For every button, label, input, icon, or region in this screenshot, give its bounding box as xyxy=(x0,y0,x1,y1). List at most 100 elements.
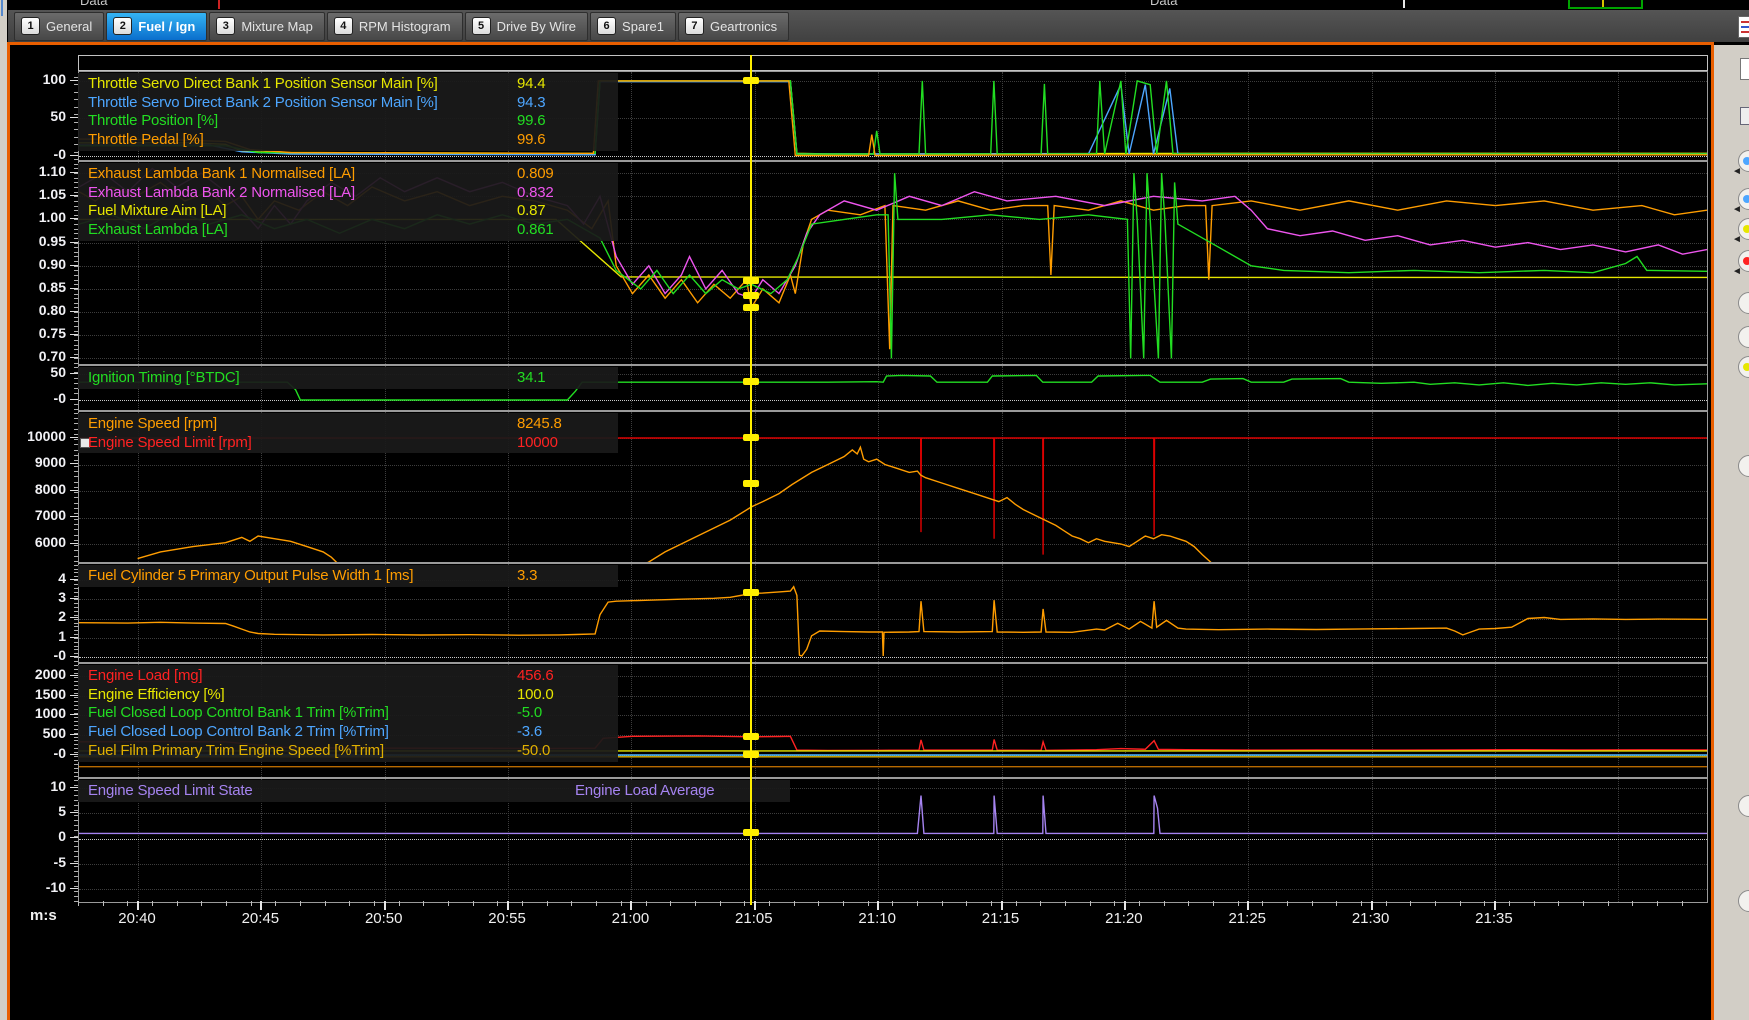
channel-name[interactable]: Throttle Servo Direct Bank 1 Position Se… xyxy=(88,75,438,92)
y-axis-tick-minor xyxy=(74,503,78,504)
x-axis-tick-minor xyxy=(571,901,572,906)
x-axis-tick-major xyxy=(137,901,139,910)
x-axis-tick-major xyxy=(877,901,879,910)
tab-fuel-ign[interactable]: 2Fuel / Ign xyxy=(106,12,207,41)
channel-name[interactable]: Engine Efficiency [%] xyxy=(88,686,224,703)
x-axis-tick-major xyxy=(507,901,509,910)
channel-value: 8245.8 xyxy=(517,415,562,432)
y-axis-tick-minor xyxy=(74,626,78,627)
x-axis-tick-minor xyxy=(1361,901,1362,906)
left-arrow-icon: ◄ xyxy=(1732,266,1742,277)
y-axis-label: -10 xyxy=(10,879,66,895)
left-arrow-icon: ◄ xyxy=(1732,234,1742,245)
button-icon[interactable] xyxy=(1740,107,1749,125)
x-axis-tick-minor xyxy=(1213,901,1214,906)
channel-name[interactable]: Engine Speed [rpm] xyxy=(88,415,217,432)
locate-channel-icon[interactable] xyxy=(1738,356,1749,378)
channel-name[interactable]: Fuel Cylinder 5 Primary Output Pulse Wid… xyxy=(88,567,413,584)
tab-rpm-histogram[interactable]: 4RPM Histogram xyxy=(327,12,463,41)
channel-name[interactable]: Ignition Timing [°BTDC] xyxy=(88,369,239,386)
tab-geartronics[interactable]: 7Geartronics xyxy=(678,12,789,41)
minimap-cursor[interactable] xyxy=(1602,0,1604,7)
channel-name[interactable]: Engine Load [mg] xyxy=(88,667,202,684)
trace-fuel-pulse-0 xyxy=(79,587,1707,656)
channel-name[interactable]: Throttle Position [%] xyxy=(88,112,218,129)
x-axis-tick-minor xyxy=(1558,901,1559,906)
cursor-value-marker xyxy=(743,277,759,284)
y-axis-tick-major xyxy=(70,543,78,544)
y-axis-tick-minor xyxy=(74,280,78,281)
y-axis-tick-minor xyxy=(74,513,78,514)
y-axis-tick-major xyxy=(70,117,78,118)
channel-value: 94.4 xyxy=(517,75,545,92)
channel-name[interactable]: Throttle Servo Direct Bank 2 Position Se… xyxy=(88,94,438,111)
y-axis-tick-minor xyxy=(74,896,78,897)
channel-name[interactable]: Exhaust Lambda Bank 2 Normalised [LA] xyxy=(88,184,355,201)
cursor-value-marker xyxy=(743,292,759,299)
y-axis-tick-minor xyxy=(74,634,78,635)
cursor-value-marker xyxy=(743,434,759,441)
channel-name[interactable]: Engine Speed Limit [rpm] xyxy=(88,434,252,451)
channel-value: 99.6 xyxy=(517,112,545,129)
channel-color-dot xyxy=(1743,195,1749,203)
locate-channel-icon[interactable] xyxy=(1738,326,1749,348)
y-axis-label: 5 xyxy=(10,803,66,819)
y-axis-tick-minor xyxy=(74,294,78,295)
tab-general[interactable]: 1General xyxy=(14,12,104,41)
x-axis-tick-major xyxy=(754,901,756,910)
y-axis-tick-minor xyxy=(74,497,78,498)
tab-label: Drive By Wire xyxy=(497,19,576,34)
locate-channel-icon[interactable] xyxy=(1738,292,1749,314)
locate-channel-icon[interactable] xyxy=(1738,795,1749,817)
y-axis-tick-minor xyxy=(74,331,78,332)
overview-minimap[interactable] xyxy=(1568,0,1643,9)
y-axis-tick-minor xyxy=(74,596,78,597)
y-axis-tick-minor xyxy=(74,152,78,153)
x-axis-tick-minor xyxy=(670,901,671,906)
channel-name[interactable]: Fuel Film Primary Trim Engine Speed [%Tr… xyxy=(88,742,384,759)
tab-drive-by-wire[interactable]: 5Drive By Wire xyxy=(465,12,588,41)
channel-name[interactable]: Fuel Mixture Aim [LA] xyxy=(88,202,226,219)
locate-channel-icon[interactable] xyxy=(1738,455,1749,477)
y-axis-tick-minor xyxy=(74,846,78,847)
channel-name-2[interactable]: Engine Load Average xyxy=(575,782,714,799)
channel-name[interactable]: Engine Speed Limit State xyxy=(88,782,252,799)
clipped-toolbar-icon[interactable] xyxy=(1738,16,1749,38)
document-icon[interactable] xyxy=(1740,58,1749,80)
x-axis-tick-minor xyxy=(1410,901,1411,906)
tab-spare1[interactable]: 6Spare1 xyxy=(590,12,676,41)
channel-name[interactable]: Fuel Closed Loop Control Bank 2 Trim [%T… xyxy=(88,723,389,740)
y-axis-label: 0.70 xyxy=(10,348,66,364)
channel-name[interactable]: Fuel Closed Loop Control Bank 1 Trim [%T… xyxy=(88,704,389,721)
channel-name[interactable]: Throttle Pedal [%] xyxy=(88,131,204,148)
tab-mixture-map[interactable]: 3 Mixture Map xyxy=(209,12,325,41)
y-axis-tick-minor xyxy=(74,340,78,341)
y-axis-tick-major xyxy=(70,754,78,755)
x-axis-tick-minor xyxy=(892,901,893,906)
y-axis-tick-minor xyxy=(74,607,78,608)
locate-channel-icon[interactable] xyxy=(1738,890,1749,912)
cursor-value-marker xyxy=(743,77,759,84)
channel-value: 10000 xyxy=(517,434,558,451)
channel-value: 99.6 xyxy=(517,131,545,148)
channel-value: 94.3 xyxy=(517,94,545,111)
x-axis-tick-minor xyxy=(497,901,498,906)
x-axis-tick-minor xyxy=(325,901,326,906)
tab-label: Mixture Map xyxy=(241,19,313,34)
y-axis-label: 0.80 xyxy=(10,302,66,318)
channel-name[interactable]: Exhaust Lambda Bank 1 Normalised [LA] xyxy=(88,165,355,182)
y-axis-tick-minor xyxy=(74,317,78,318)
y-axis-label: 9000 xyxy=(10,454,66,470)
y-axis-tick-minor xyxy=(74,261,78,262)
y-axis-label: 0.90 xyxy=(10,256,66,272)
tab-number-badge: 3 xyxy=(216,17,235,35)
pane-caption-1: Data xyxy=(1150,0,1177,8)
channel-name[interactable]: Exhaust Lambda [LA] xyxy=(88,221,228,238)
tab-label: Geartronics xyxy=(710,19,777,34)
x-axis-tick-major xyxy=(1124,901,1126,910)
y-axis-tick-minor xyxy=(74,599,78,600)
channel-value: 0.832 xyxy=(517,184,554,201)
y-axis-label: 7000 xyxy=(10,507,66,523)
channel-value: 0.809 xyxy=(517,165,554,182)
y-axis-tick-minor xyxy=(74,820,78,821)
